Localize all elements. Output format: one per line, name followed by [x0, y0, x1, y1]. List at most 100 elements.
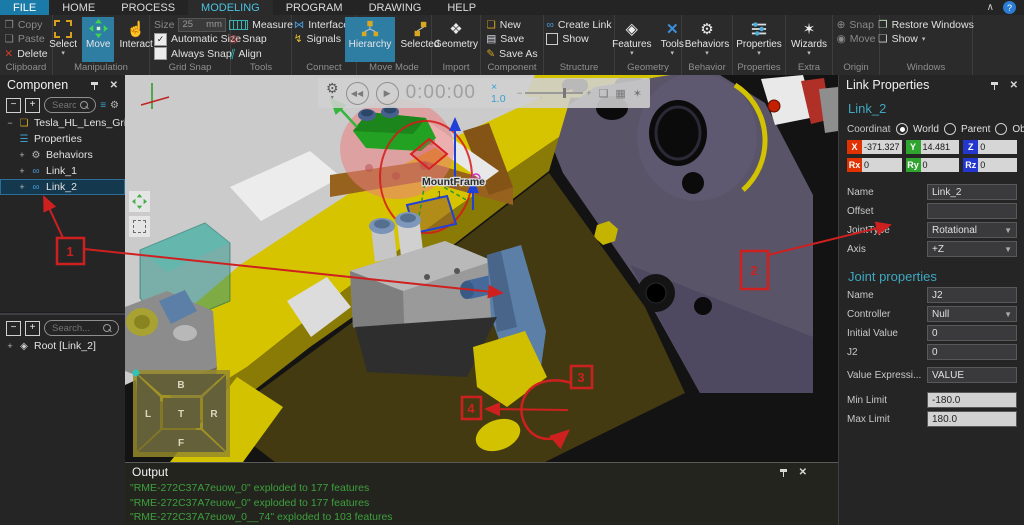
initial-value-label: Initial Value — [847, 327, 898, 339]
link-properties-close-icon[interactable]: ✕ — [1010, 80, 1018, 91]
initial-value-field[interactable]: 0 — [927, 325, 1017, 341]
select-button[interactable]: Select ▾ — [45, 17, 81, 62]
graph-settings-icon[interactable]: ⚙ — [110, 100, 119, 111]
tree-item-link2[interactable]: + ∞ Link_2 — [0, 179, 125, 195]
root-search-input[interactable] — [50, 321, 101, 335]
properties-button[interactable]: Properties ▾ — [732, 17, 786, 62]
delete-button[interactable]: ✕ Delete — [2, 47, 49, 61]
tree-item-behaviors[interactable]: + ⚙ Behaviors — [0, 147, 125, 163]
new-button[interactable]: ❏ New — [484, 18, 539, 32]
component-search-input[interactable] — [50, 98, 79, 112]
origin-snap-button[interactable]: ⊕ Snap — [835, 18, 878, 32]
svg-text:L: L — [145, 409, 151, 420]
component-panel-close-icon[interactable]: ✕ — [110, 80, 118, 91]
collapse-ribbon-icon[interactable]: ∧ — [987, 2, 994, 13]
save-button[interactable]: ▤ Save — [484, 33, 539, 47]
origin-move-button[interactable]: ◉ Move — [835, 33, 878, 47]
value-expression-field[interactable]: VALUE — [927, 367, 1017, 383]
coord-ry-field[interactable]: Ry 0 — [905, 158, 960, 172]
joint-type-dropdown[interactable]: Rotational ▼ — [927, 222, 1017, 238]
joint-name-field[interactable]: J2 — [927, 287, 1017, 303]
playback-settings-button[interactable]: ⚙ ▾ — [326, 81, 339, 103]
radio-object[interactable] — [995, 123, 1008, 135]
expand-icon[interactable]: + — [18, 166, 26, 176]
output-pin-icon[interactable] — [779, 468, 788, 477]
always-snap-checkbox[interactable]: Always Snap — [152, 47, 232, 61]
j2-field[interactable]: 0 — [927, 344, 1017, 360]
windows-show-button[interactable]: ❑ Show ▾ — [876, 33, 976, 47]
tab-drawing[interactable]: DRAWING — [356, 0, 435, 15]
view-cube[interactable]: B L T R F — [132, 369, 231, 458]
measure-button[interactable]: Measure — [227, 18, 295, 32]
features-button[interactable]: ◈ Features ▾ — [608, 17, 655, 62]
output-close-icon[interactable]: ✕ — [799, 467, 807, 478]
tab-process[interactable]: PROCESS — [108, 0, 188, 15]
create-link-button[interactable]: ∞ Create Link — [544, 18, 613, 32]
paste-button[interactable]: ❏ Paste — [2, 33, 49, 47]
coord-y-field[interactable]: Y 14.481 — [905, 140, 960, 154]
automatic-size-checkbox[interactable]: ✓ Automatic Size — [152, 32, 241, 47]
save-as-button[interactable]: ✎ Save As — [484, 47, 539, 61]
tree-item-root-link2[interactable]: + ◈ Root [Link_2] — [0, 338, 125, 354]
expand-icon[interactable]: + — [18, 150, 26, 160]
hierarchy-button[interactable]: Hierarchy — [344, 17, 396, 62]
copy-button[interactable]: ❐ Copy — [2, 18, 49, 32]
offset-field[interactable] — [927, 203, 1017, 219]
tab-modeling[interactable]: MODELING — [188, 0, 273, 15]
behaviors-button[interactable]: ⚙ Behaviors ▾ — [681, 17, 733, 62]
mount-frame-sub-label: 1 — [437, 190, 442, 199]
coord-x-field[interactable]: X -371.327 — [847, 140, 902, 154]
tab-home[interactable]: HOME — [49, 0, 108, 15]
radio-parent[interactable] — [943, 123, 956, 135]
copy-icon: ❐ — [4, 18, 14, 31]
link-properties-pin-icon[interactable] — [990, 81, 999, 90]
speed-slider[interactable]: − + — [517, 88, 592, 98]
component-panel-pin-icon[interactable] — [90, 81, 99, 90]
snap-button[interactable]: ◎ Snap — [227, 33, 295, 47]
zoom-selected-button[interactable] — [129, 216, 150, 237]
collapse-icon[interactable]: − — [6, 118, 14, 128]
coord-rz-field[interactable]: Rz 0 — [963, 158, 1017, 172]
coord-z-field[interactable]: Z0 — [963, 140, 1017, 154]
tab-file[interactable]: FILE — [0, 0, 50, 15]
import-geometry-button[interactable]: ❖ Geometry — [430, 17, 482, 62]
record-video-icon[interactable]: ▦ — [615, 87, 625, 100]
controller-dropdown[interactable]: Null ▼ — [927, 306, 1017, 322]
show-structure-checkbox[interactable]: Show — [544, 33, 613, 47]
tab-program[interactable]: PROGRAM — [273, 0, 356, 15]
wizards-button[interactable]: ✶ Wizards ▾ — [787, 17, 831, 62]
tab-help[interactable]: HELP — [434, 0, 489, 15]
collapse-all-button[interactable]: − — [6, 320, 21, 336]
expand-all-button[interactable]: + — [25, 320, 40, 336]
joint-type-label: JointType — [847, 224, 890, 236]
export-pdf-icon[interactable]: ❏ — [599, 87, 609, 100]
hierarchy-icon — [361, 19, 379, 38]
tree-item-component-root[interactable]: − ❏ Tesla_HL_Lens_Gripper_... — [0, 115, 125, 131]
rewind-button[interactable]: ◀◀ — [345, 81, 369, 105]
coord-rx-field[interactable]: Rx 0 — [847, 158, 902, 172]
name-field[interactable]: Link_2 — [927, 184, 1017, 200]
graph-filter-icon[interactable]: ≡ — [100, 100, 106, 111]
zoom-selected-icon — [133, 220, 146, 233]
tree-item-properties[interactable]: ☰ Properties — [0, 131, 125, 147]
min-limit-field[interactable]: -180.0 — [927, 392, 1017, 408]
help-icon[interactable]: ? — [1003, 1, 1016, 14]
expand-icon[interactable]: + — [6, 341, 14, 351]
radio-world[interactable] — [896, 123, 908, 135]
play-button[interactable]: ▶ — [375, 81, 399, 105]
align-icon: ∥ — [229, 47, 235, 60]
tree-item-link1[interactable]: + ∞ Link_1 — [0, 163, 125, 179]
restore-windows-button[interactable]: ❐ Restore Windows — [876, 18, 976, 32]
move-button[interactable]: Move — [82, 17, 115, 62]
expand-all-button[interactable]: + — [25, 97, 40, 113]
align-button[interactable]: ∥ Align — [227, 47, 295, 61]
paste-icon: ❏ — [4, 33, 14, 46]
axis-dropdown[interactable]: +Z ▼ — [927, 241, 1017, 257]
expand-icon[interactable]: + — [18, 182, 26, 192]
collapse-all-button[interactable]: − — [6, 97, 21, 113]
fit-view-button[interactable] — [129, 191, 150, 212]
viewport-3d[interactable]: MountFrame 1 B L T R F ⚙ ▾ ◀◀ ▶ 0:00:00 … — [125, 75, 838, 462]
grid-size-input[interactable]: 25 mm — [178, 17, 226, 32]
max-limit-field[interactable]: 180.0 — [927, 411, 1017, 427]
capture-icon[interactable]: ✶ — [633, 87, 642, 100]
